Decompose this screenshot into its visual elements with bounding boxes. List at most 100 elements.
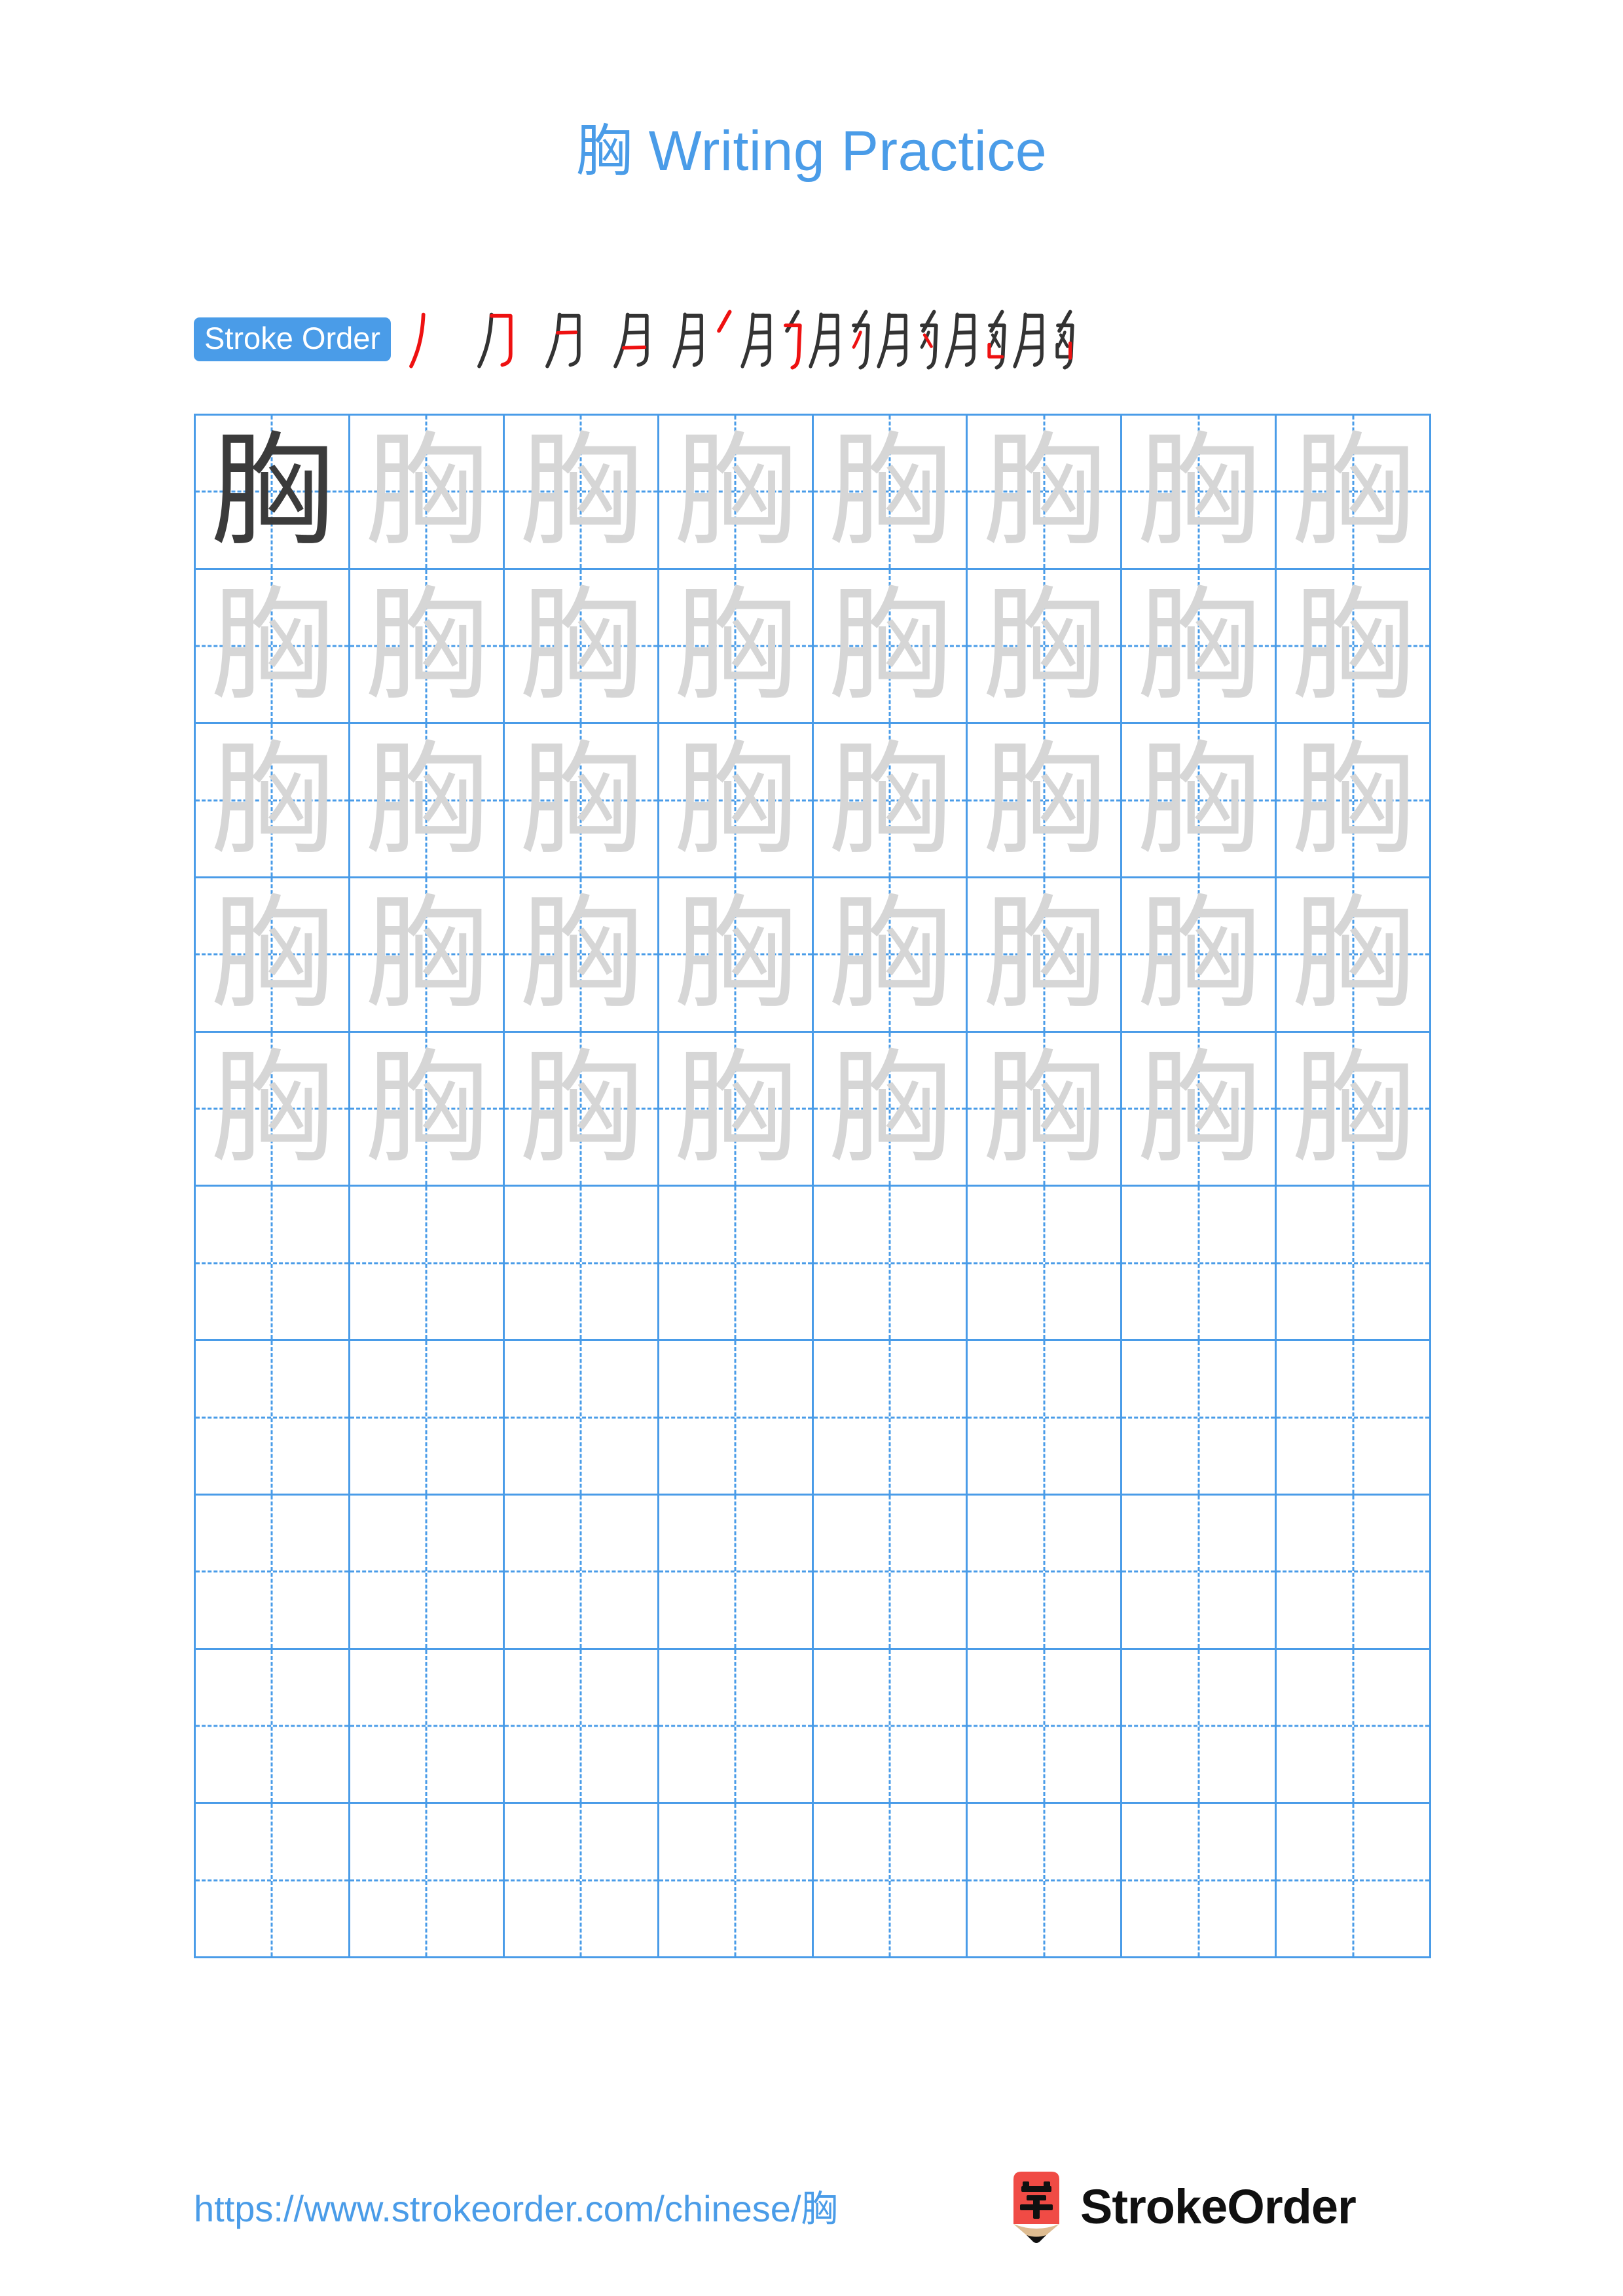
practice-cell[interactable]: 胸 [504,1032,659,1187]
practice-cell[interactable] [504,1804,659,1958]
practice-cell[interactable] [659,1804,814,1958]
tracing-character: 胸 [982,1037,1106,1181]
practice-cell[interactable] [813,1187,968,1342]
practice-cell[interactable]: 胸 [1277,416,1431,570]
tracing-character: 胸 [982,574,1106,718]
practice-cell[interactable] [350,1341,505,1496]
practice-cell[interactable] [813,1804,968,1958]
practice-cell[interactable] [1277,1495,1431,1650]
practice-cell[interactable]: 胸 [659,416,814,570]
practice-cell[interactable]: 胸 [504,416,659,570]
practice-cell[interactable]: 胸 [1277,1032,1431,1187]
practice-cell[interactable] [659,1187,814,1342]
practice-cell[interactable]: 胸 [813,1032,968,1187]
practice-cell[interactable] [659,1649,814,1804]
practice-cell[interactable] [504,1187,659,1342]
practice-cell[interactable]: 胸 [968,878,1123,1033]
practice-cell[interactable]: 胸 [1277,878,1431,1033]
practice-cell[interactable] [659,1495,814,1650]
stroke-step-9 [939,304,1008,374]
tracing-character: 胸 [674,882,797,1026]
tracing-character: 胸 [828,420,951,564]
practice-cell[interactable]: 胸 [659,1032,814,1187]
practice-cell[interactable]: 胸 [1277,569,1431,725]
practice-cell[interactable] [813,1649,968,1804]
practice-cell[interactable]: 胸 [350,724,505,879]
practice-cell[interactable] [350,1804,505,1958]
practice-cell[interactable] [968,1649,1123,1804]
practice-cell[interactable]: 胸 [968,416,1123,570]
tracing-character: 胸 [210,728,334,872]
practice-cell[interactable] [1122,1341,1277,1496]
practice-cell[interactable] [350,1495,505,1650]
tracing-character: 胸 [1291,420,1415,564]
practice-cell[interactable] [196,1341,350,1496]
practice-cell[interactable] [659,1341,814,1496]
practice-cell[interactable] [196,1649,350,1804]
tracing-character: 胸 [365,882,488,1026]
practice-cell[interactable] [350,1187,505,1342]
practice-cell[interactable]: 胸 [196,416,350,570]
practice-cell[interactable] [1122,1804,1277,1958]
practice-cell[interactable]: 胸 [350,878,505,1033]
practice-cell[interactable]: 胸 [350,569,505,725]
practice-cell[interactable]: 胸 [659,878,814,1033]
practice-cell[interactable] [1122,1649,1277,1804]
practice-cell[interactable] [196,1804,350,1958]
practice-cell[interactable]: 胸 [504,878,659,1033]
tracing-character: 胸 [1291,728,1415,872]
practice-cell[interactable]: 胸 [968,724,1123,879]
tracing-character: 胸 [674,420,797,564]
footer: https://www.strokeorder.com/chinese/胸 St… [0,2172,1623,2258]
practice-cell[interactable]: 胸 [968,569,1123,725]
footer-url-link[interactable]: https://www.strokeorder.com/chinese/胸 [194,2179,838,2233]
footer-url-character: 胸 [801,2188,838,2231]
practice-cell[interactable] [350,1649,505,1804]
practice-cell[interactable]: 胸 [813,416,968,570]
practice-cell[interactable]: 胸 [1277,724,1431,879]
practice-cell[interactable] [813,1341,968,1496]
practice-cell[interactable]: 胸 [813,569,968,725]
practice-cell[interactable] [968,1495,1123,1650]
practice-cell[interactable] [968,1341,1123,1496]
practice-cell[interactable] [504,1495,659,1650]
practice-cell[interactable] [1277,1804,1431,1958]
practice-cell[interactable] [968,1187,1123,1342]
practice-cell[interactable]: 胸 [659,724,814,879]
practice-cell[interactable]: 胸 [196,569,350,725]
practice-cell[interactable]: 胸 [504,569,659,725]
practice-cell[interactable] [1277,1341,1431,1496]
practice-cell[interactable] [813,1495,968,1650]
practice-cell[interactable]: 胸 [813,724,968,879]
practice-cell[interactable]: 胸 [196,724,350,879]
practice-cell[interactable] [1122,1495,1277,1650]
practice-cell[interactable]: 胸 [350,416,505,570]
practice-cell[interactable] [196,1495,350,1650]
practice-cell[interactable]: 胸 [1122,878,1277,1033]
practice-cell[interactable]: 胸 [659,569,814,725]
brand-logo-group[interactable]: StrokeOrder [1008,2168,1357,2246]
practice-cell[interactable]: 胸 [350,1032,505,1187]
page-title-text: Writing Practice [632,120,1048,183]
practice-cell[interactable]: 胸 [196,1032,350,1187]
practice-cell[interactable] [504,1649,659,1804]
practice-cell[interactable]: 胸 [1122,416,1277,570]
practice-cell[interactable]: 胸 [504,724,659,879]
practice-cell[interactable] [968,1804,1123,1958]
practice-cell[interactable] [1277,1649,1431,1804]
practice-cell[interactable]: 胸 [1122,569,1277,725]
practice-cell[interactable] [504,1341,659,1496]
tracing-character: 胸 [828,882,951,1026]
practice-cell[interactable]: 胸 [196,878,350,1033]
stroke-step-6 [735,304,803,374]
tracing-character: 胸 [674,1037,797,1181]
practice-cell[interactable]: 胸 [1122,724,1277,879]
practice-cell[interactable] [1277,1187,1431,1342]
practice-cell[interactable]: 胸 [1122,1032,1277,1187]
practice-cell[interactable] [196,1187,350,1342]
tracing-character: 胸 [210,882,334,1026]
practice-cell[interactable]: 胸 [813,878,968,1033]
practice-cell[interactable]: 胸 [968,1032,1123,1187]
page-title-character: 胸 [575,118,633,184]
practice-cell[interactable] [1122,1187,1277,1342]
